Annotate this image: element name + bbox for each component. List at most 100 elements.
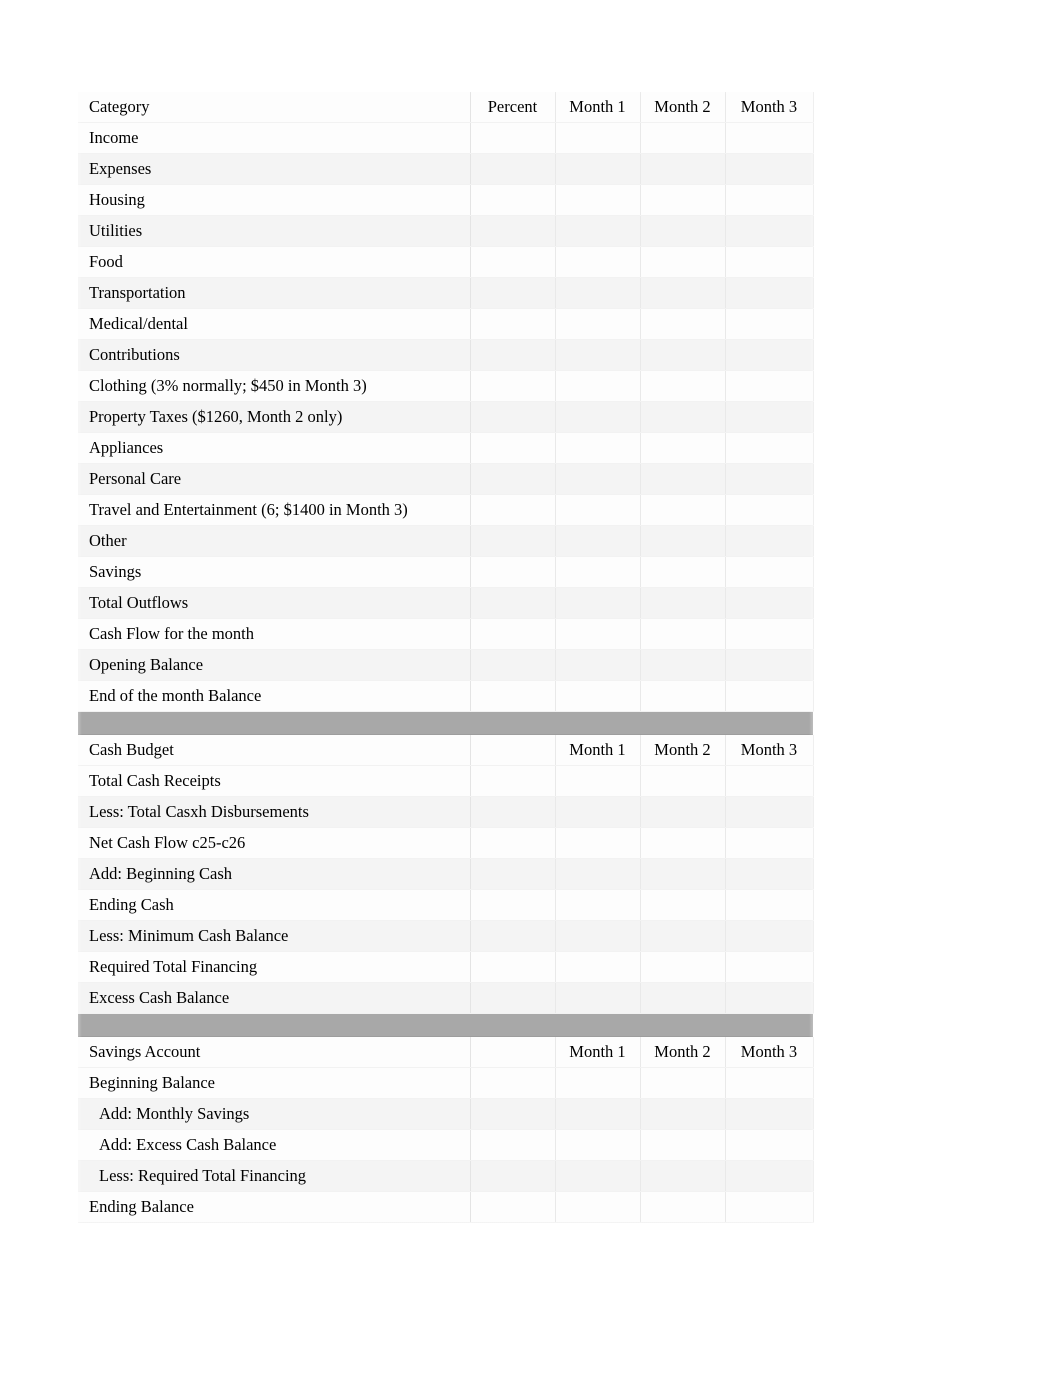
cell-month-1[interactable] [555, 556, 641, 588]
cell-month-2[interactable] [640, 339, 726, 371]
cell-month-3[interactable] [725, 401, 814, 433]
cell-month-3[interactable] [725, 1191, 814, 1223]
cell-month-2[interactable] [640, 401, 726, 433]
cell-percent[interactable] [470, 889, 556, 921]
cell-month-1[interactable] [555, 765, 641, 797]
cell-percent[interactable] [470, 680, 556, 712]
cell-month-1[interactable] [555, 525, 641, 557]
cell-month-3[interactable] [725, 649, 814, 681]
cell-month-3[interactable] [725, 308, 814, 340]
cell-month-3[interactable] [725, 277, 814, 309]
cell-month-3[interactable] [725, 920, 814, 952]
cell-month-1[interactable] [555, 432, 641, 464]
cell-month-3[interactable] [725, 215, 814, 247]
cell-month-3[interactable] [725, 339, 814, 371]
cell-month-1[interactable] [555, 889, 641, 921]
cell-percent[interactable] [470, 153, 556, 185]
cell-month-2[interactable] [640, 889, 726, 921]
cell-month-1[interactable] [555, 951, 641, 983]
cell-percent[interactable] [470, 765, 556, 797]
cell-percent[interactable] [470, 370, 556, 402]
cell-percent[interactable] [470, 1098, 556, 1130]
cell-month-1[interactable] [555, 401, 641, 433]
cell-month-3[interactable] [725, 1160, 814, 1192]
cell-month-2[interactable] [640, 1191, 726, 1223]
cell-month-3[interactable] [725, 153, 814, 185]
cell-month-3[interactable] [725, 1129, 814, 1161]
cell-month-1[interactable] [555, 339, 641, 371]
cell-month-2[interactable] [640, 1129, 726, 1161]
cell-percent[interactable] [470, 827, 556, 859]
cell-month-2[interactable] [640, 858, 726, 890]
cell-month-1[interactable] [555, 587, 641, 619]
cell-month-2[interactable] [640, 827, 726, 859]
cell-month-2[interactable] [640, 370, 726, 402]
cell-month-3[interactable] [725, 858, 814, 890]
cell-month-1[interactable] [555, 680, 641, 712]
cell-month-1[interactable] [555, 370, 641, 402]
cell-percent[interactable] [470, 184, 556, 216]
cell-percent[interactable] [470, 618, 556, 650]
cell-month-3[interactable] [725, 494, 814, 526]
cell-percent[interactable] [470, 246, 556, 278]
cell-percent[interactable] [470, 858, 556, 890]
cell-month-2[interactable] [640, 982, 726, 1014]
cell-percent[interactable] [470, 796, 556, 828]
cell-month-1[interactable] [555, 796, 641, 828]
cell-month-2[interactable] [640, 1067, 726, 1099]
cell-percent[interactable] [470, 1129, 556, 1161]
cell-month-1[interactable] [555, 827, 641, 859]
cell-percent[interactable] [470, 463, 556, 495]
cell-month-2[interactable] [640, 246, 726, 278]
cell-month-3[interactable] [725, 432, 814, 464]
cell-percent[interactable] [470, 401, 556, 433]
cell-percent[interactable] [470, 432, 556, 464]
cell-month-1[interactable] [555, 1067, 641, 1099]
cell-month-1[interactable] [555, 1160, 641, 1192]
cell-percent[interactable] [470, 556, 556, 588]
cell-percent[interactable] [470, 339, 556, 371]
cell-month-3[interactable] [725, 951, 814, 983]
cell-month-3[interactable] [725, 889, 814, 921]
cell-month-2[interactable] [640, 556, 726, 588]
cell-month-2[interactable] [640, 1160, 726, 1192]
cell-month-2[interactable] [640, 525, 726, 557]
cell-month-2[interactable] [640, 184, 726, 216]
cell-month-3[interactable] [725, 587, 814, 619]
cell-month-1[interactable] [555, 463, 641, 495]
cell-percent[interactable] [470, 308, 556, 340]
cell-month-2[interactable] [640, 618, 726, 650]
cell-month-1[interactable] [555, 215, 641, 247]
cell-month-2[interactable] [640, 277, 726, 309]
cell-month-3[interactable] [725, 525, 814, 557]
cell-month-1[interactable] [555, 277, 641, 309]
cell-month-1[interactable] [555, 246, 641, 278]
cell-month-3[interactable] [725, 184, 814, 216]
cell-percent[interactable] [470, 920, 556, 952]
cell-month-2[interactable] [640, 494, 726, 526]
cell-month-3[interactable] [725, 556, 814, 588]
cell-month-3[interactable] [725, 463, 814, 495]
cell-month-3[interactable] [725, 122, 814, 154]
cell-month-3[interactable] [725, 1098, 814, 1130]
cell-month-2[interactable] [640, 796, 726, 828]
cell-month-2[interactable] [640, 463, 726, 495]
cell-month-2[interactable] [640, 765, 726, 797]
cell-month-3[interactable] [725, 246, 814, 278]
cell-month-2[interactable] [640, 649, 726, 681]
cell-month-3[interactable] [725, 370, 814, 402]
cell-percent[interactable] [470, 1160, 556, 1192]
cell-month-2[interactable] [640, 951, 726, 983]
cell-month-3[interactable] [725, 618, 814, 650]
cell-month-3[interactable] [725, 796, 814, 828]
cell-month-1[interactable] [555, 122, 641, 154]
cell-percent[interactable] [470, 587, 556, 619]
cell-month-1[interactable] [555, 1098, 641, 1130]
cell-month-2[interactable] [640, 432, 726, 464]
cell-month-3[interactable] [725, 982, 814, 1014]
cell-month-2[interactable] [640, 122, 726, 154]
cell-month-1[interactable] [555, 1191, 641, 1223]
cell-percent[interactable] [470, 1067, 556, 1099]
cell-month-1[interactable] [555, 153, 641, 185]
cell-month-2[interactable] [640, 920, 726, 952]
